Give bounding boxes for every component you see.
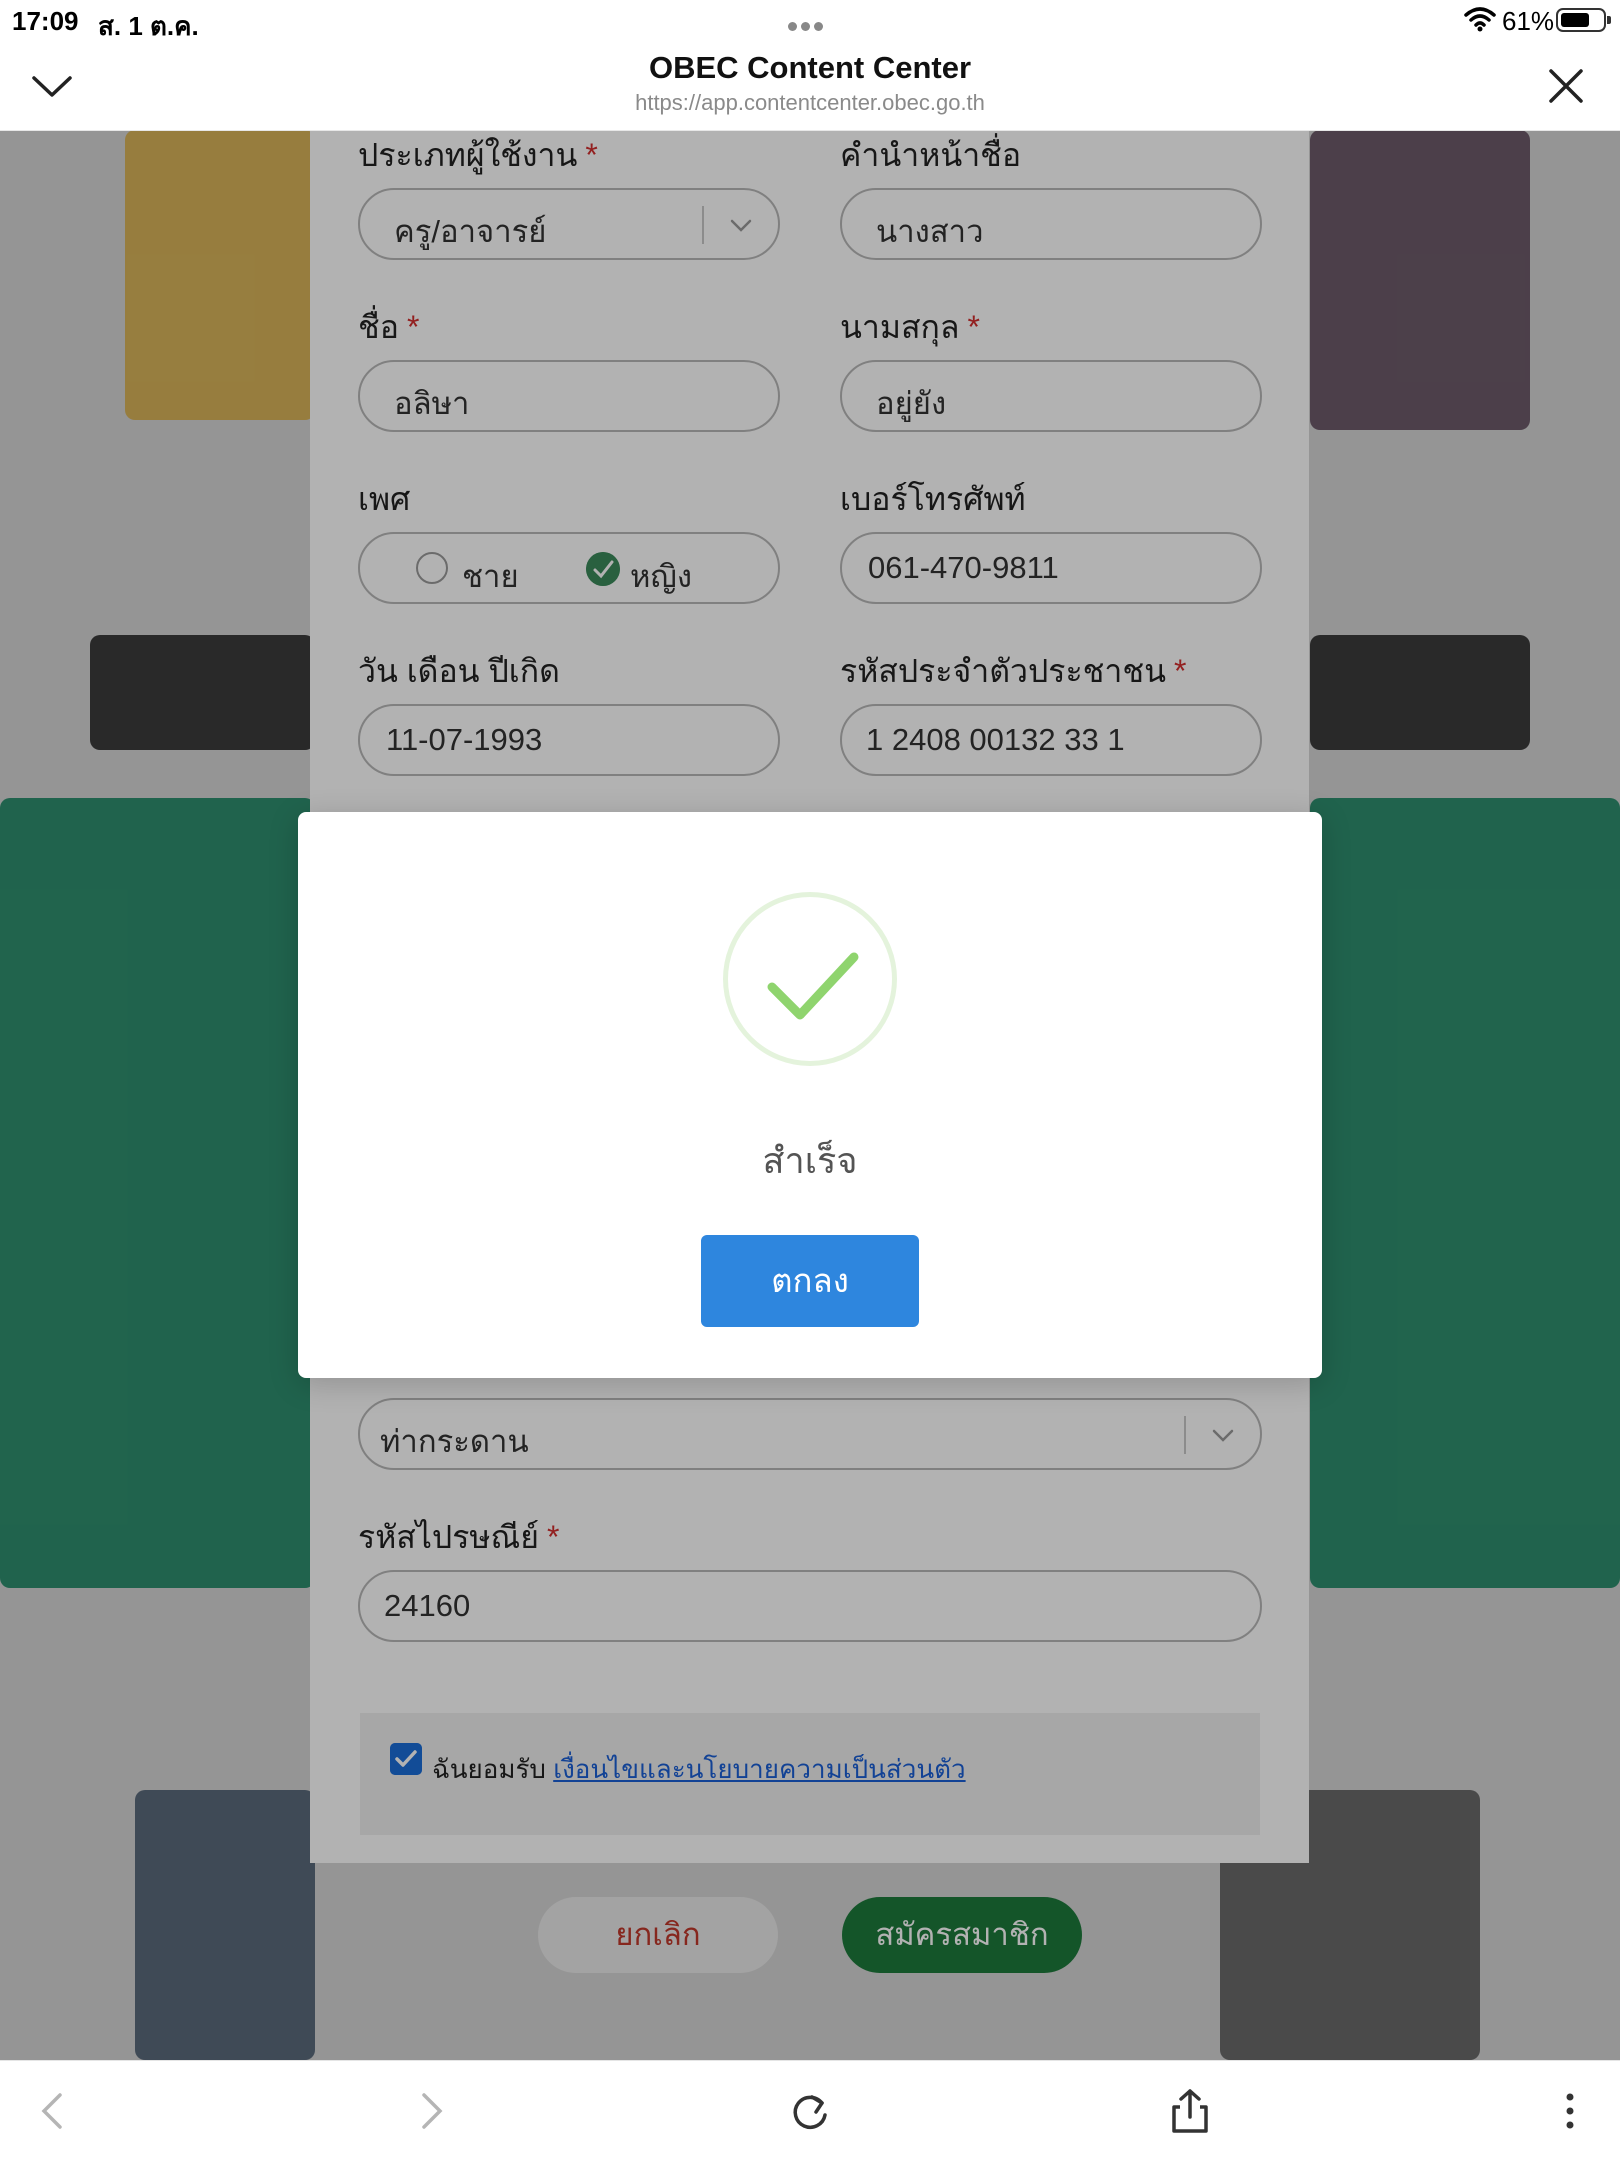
- success-dialog: สำเร็จ ตกลง: [298, 812, 1322, 1378]
- close-icon[interactable]: [1538, 58, 1594, 114]
- wifi-icon: [1464, 7, 1496, 32]
- success-check-icon: [767, 952, 859, 1020]
- multitasking-dots-icon[interactable]: [788, 18, 832, 31]
- success-ring: [723, 892, 897, 1066]
- share-icon[interactable]: [1166, 2087, 1214, 2135]
- forward-icon[interactable]: [406, 2087, 454, 2135]
- battery-percent: 61%: [1502, 6, 1555, 36]
- more-icon[interactable]: [1546, 2087, 1594, 2135]
- page-url[interactable]: https://app.contentcenter.obec.go.th: [0, 90, 1620, 116]
- status-bar: 17:09 ส. 1 ต.ค. 61%: [0, 0, 1620, 41]
- browser-header: OBEC Content Center https://app.contentc…: [0, 40, 1620, 131]
- status-time: 17:09: [12, 6, 79, 36]
- reload-icon[interactable]: [786, 2087, 834, 2135]
- battery-icon: [1556, 8, 1611, 32]
- browser-toolbar: [0, 2060, 1620, 2161]
- page-title: OBEC Content Center: [648, 50, 972, 85]
- ok-button[interactable]: ตกลง: [701, 1235, 919, 1327]
- dialog-title: สำเร็จ: [762, 1140, 858, 1181]
- back-icon[interactable]: [30, 2087, 78, 2135]
